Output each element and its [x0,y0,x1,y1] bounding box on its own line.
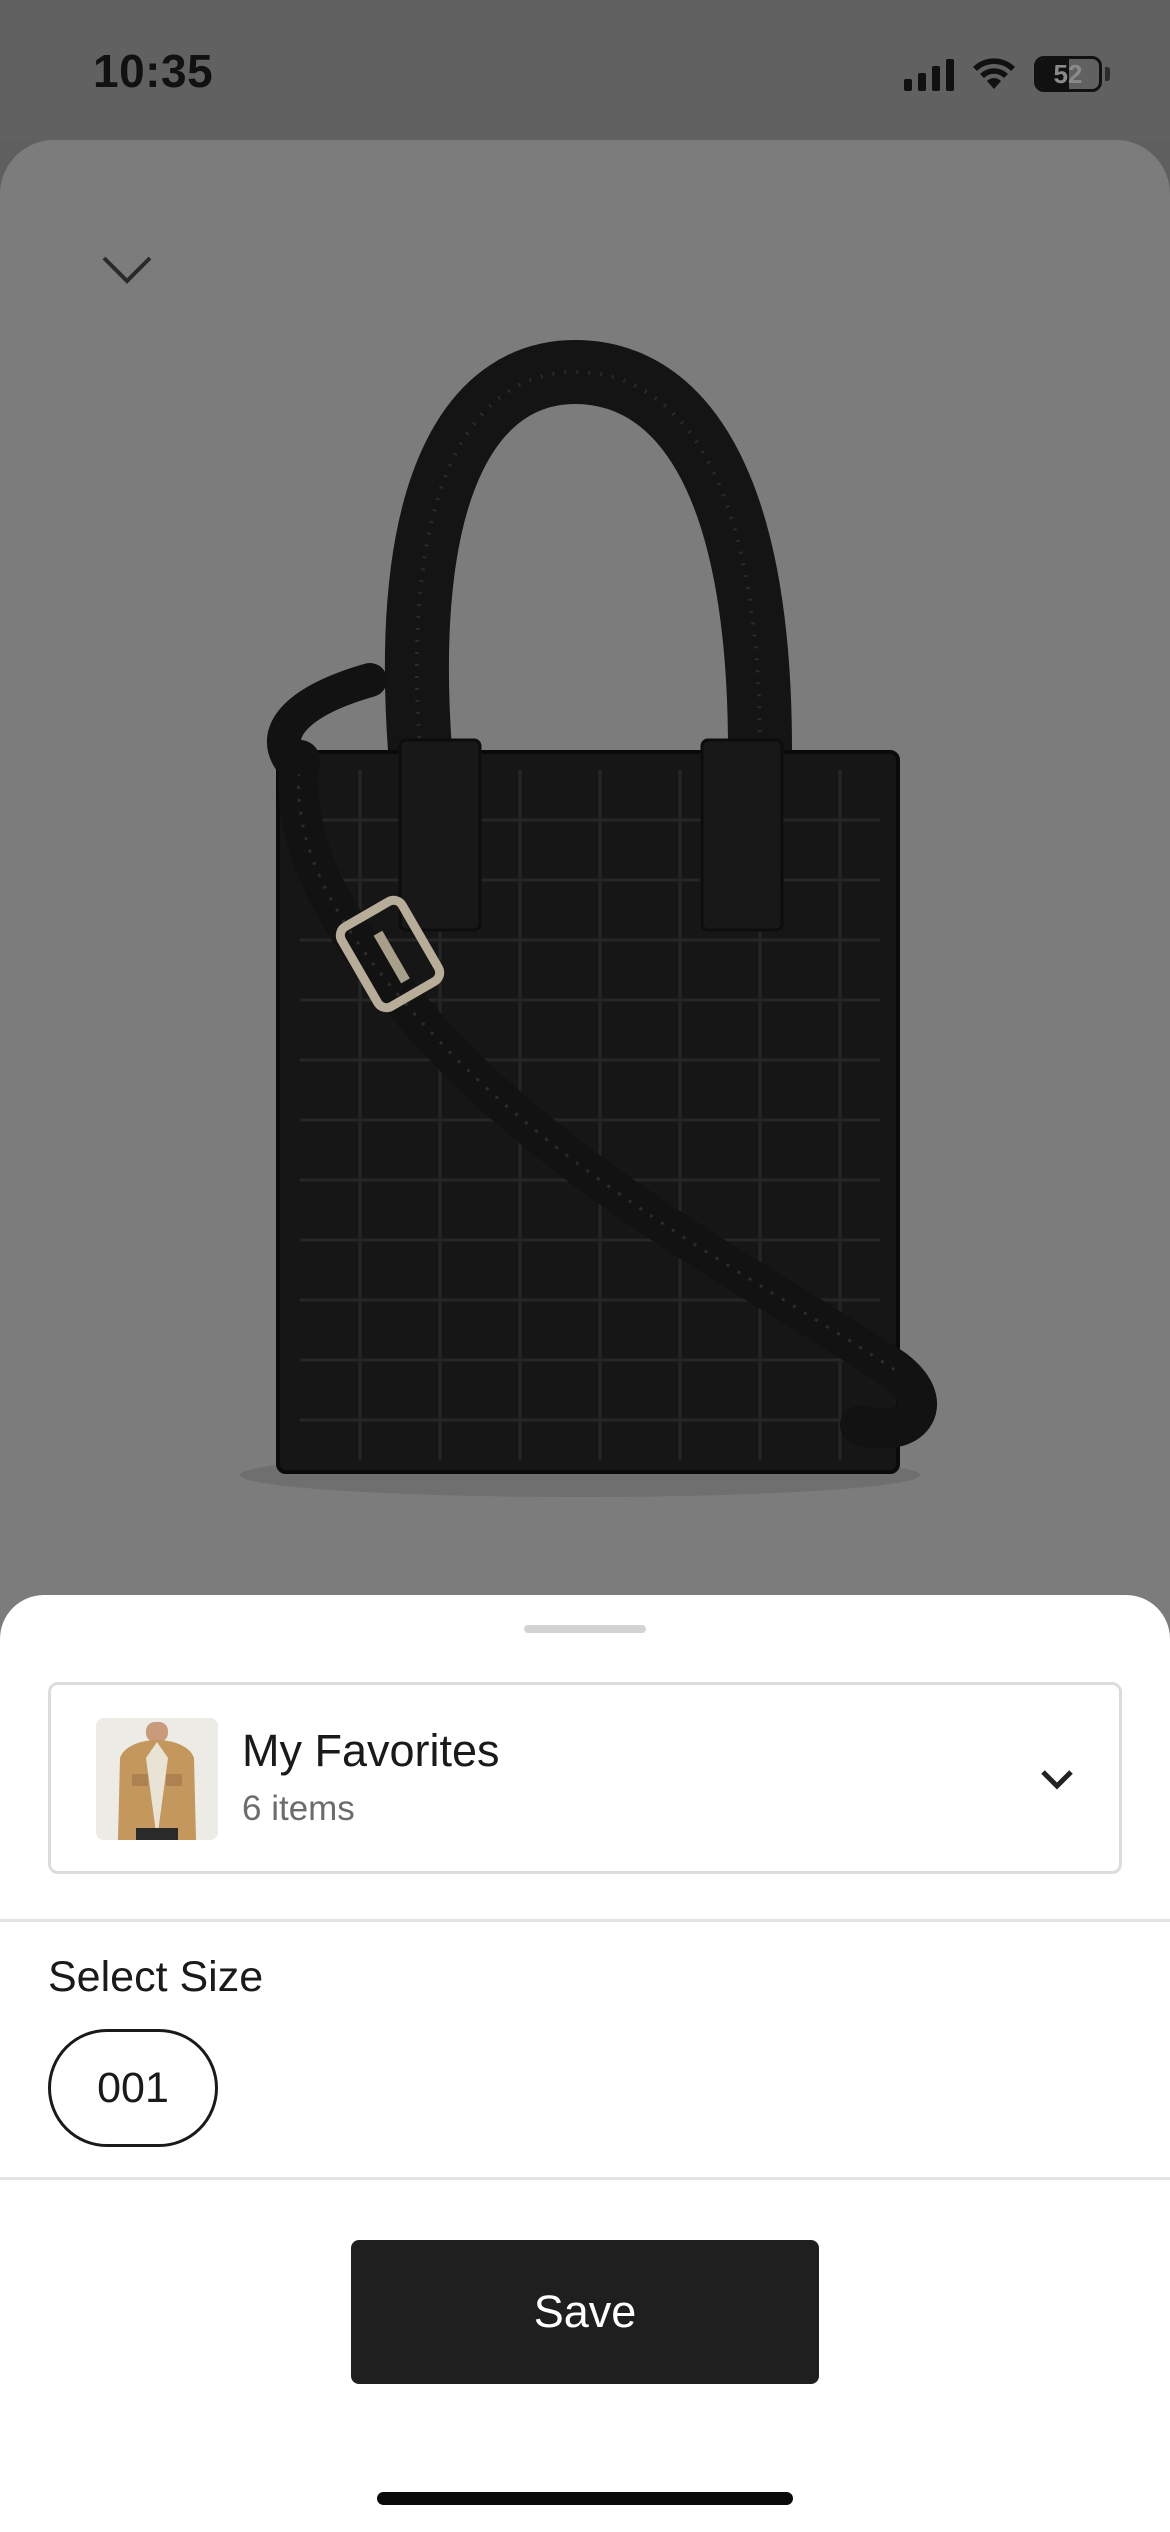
divider [0,2177,1170,2180]
sheet-grabber[interactable] [524,1625,646,1633]
collapse-button[interactable] [92,240,162,300]
wishlist-item-count: 6 items [242,1789,355,1828]
status-time: 10:35 [93,45,214,97]
battery-level: 52 [1053,59,1083,89]
battery-cap [1105,67,1110,81]
status-bar: 10:35 52 [0,0,1170,140]
save-to-wishlist-sheet: My Favorites 6 items Select Size 001 Sav… [0,1595,1170,2532]
black-mini-tote-bag-image [240,339,937,1497]
wishlist-dropdown[interactable]: My Favorites 6 items [48,1682,1122,1874]
wishlist-name: My Favorites [242,1725,500,1776]
home-indicator [377,2492,793,2505]
size-section-title: Select Size [48,1953,264,2001]
status-icons: 52 [904,52,1110,96]
wifi-icon [973,58,1015,89]
chevron-down-icon [102,256,152,284]
chevron-down-icon [1041,1770,1073,1790]
tan-jacket-thumbnail [96,1718,218,1840]
save-button[interactable]: Save [351,2240,819,2384]
divider [0,1919,1170,1922]
battery-icon: 52 [1034,56,1102,92]
product-image-card [0,140,1170,1640]
cellular-signal-icon [904,57,954,91]
size-option-001[interactable]: 001 [48,2029,218,2147]
